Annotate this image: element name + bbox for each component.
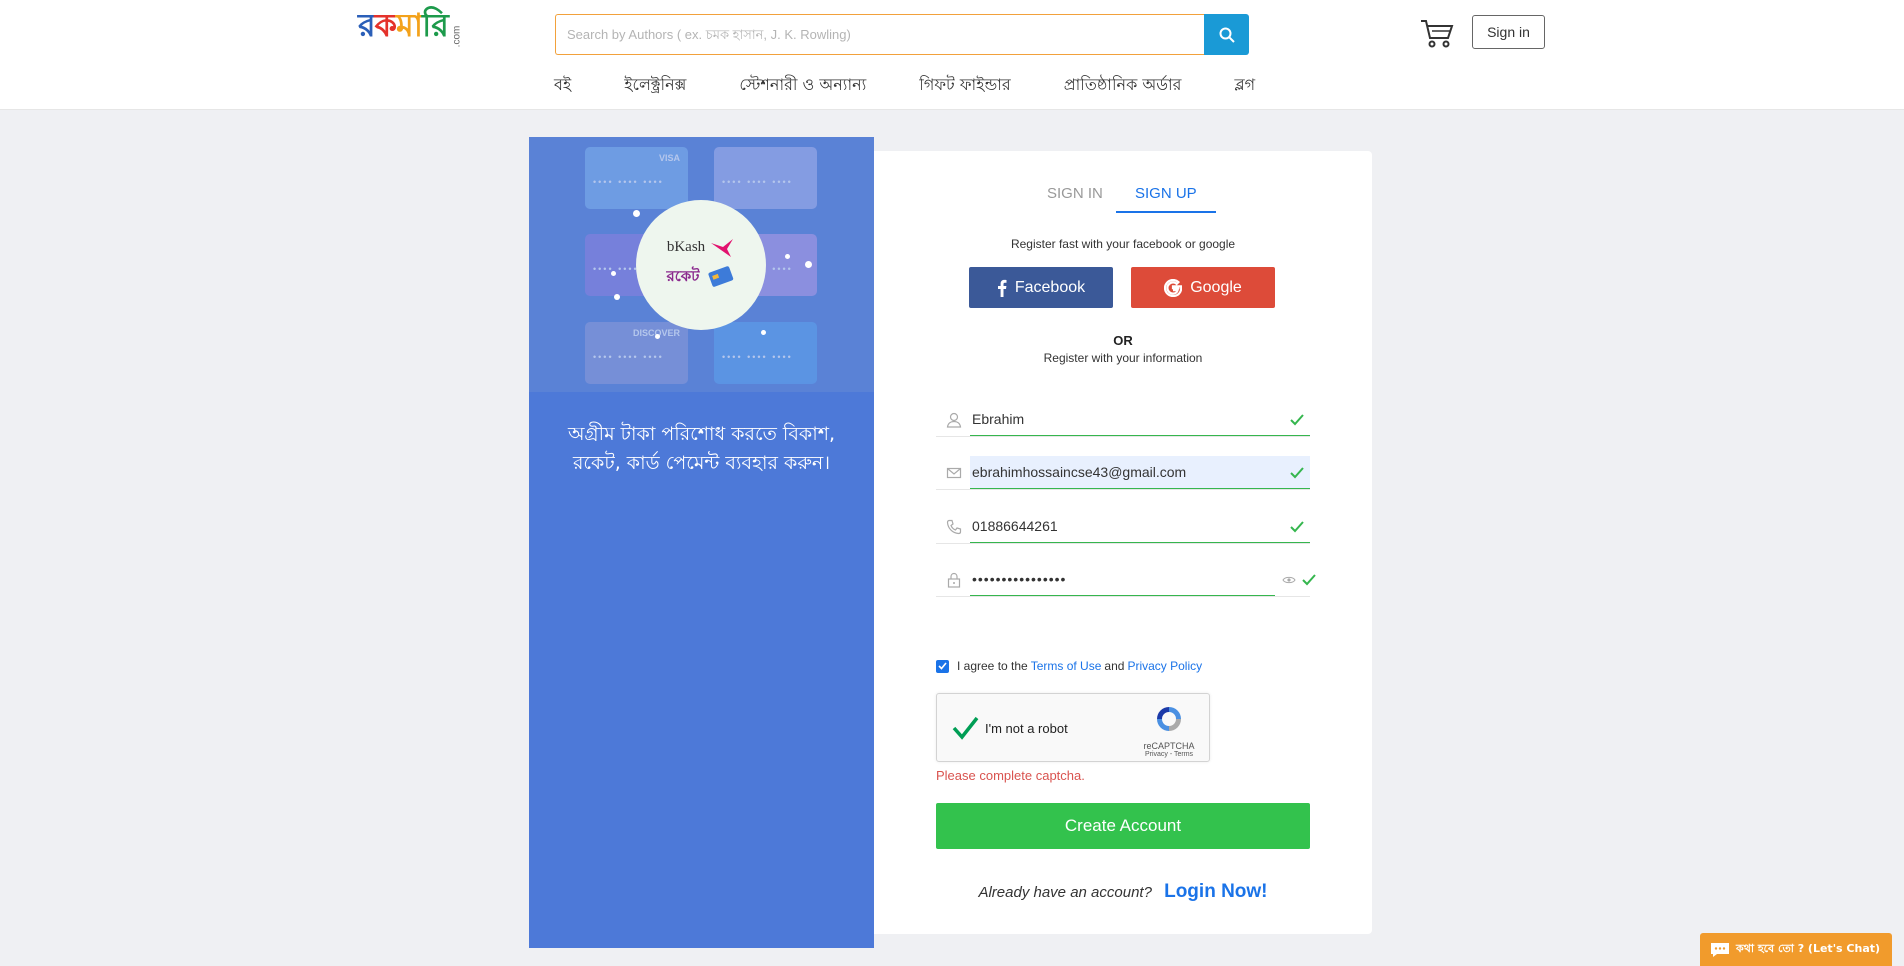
valid-check-icon xyxy=(1290,414,1304,426)
recaptcha-label: I'm not a robot xyxy=(985,721,1068,736)
main-nav: বই ইলেক্ট্রনিক্স স্টেশনারী ও অন্যান্য গি… xyxy=(554,72,1308,96)
logo-suffix: .com xyxy=(451,25,463,48)
google-label: Google xyxy=(1190,278,1242,296)
search-button[interactable] xyxy=(1204,14,1249,55)
mail-icon xyxy=(946,467,962,479)
captcha-error-text: Please complete captcha. xyxy=(936,768,1085,783)
nav-item-institutional-order[interactable]: প্রাতিষ্ঠানিক অর্ডার xyxy=(1064,72,1182,96)
search-input[interactable] xyxy=(555,14,1204,55)
auth-tabs: SIGN IN SIGN UP xyxy=(1034,185,1216,213)
email-field xyxy=(936,456,1310,490)
create-account-button[interactable]: Create Account xyxy=(936,803,1310,849)
social-buttons: Facebook Google xyxy=(969,267,1275,308)
cart-icon xyxy=(1421,20,1454,48)
rokomari-logo[interactable]: রকমারি .com xyxy=(358,6,468,54)
facebook-icon xyxy=(997,279,1007,297)
chat-icon xyxy=(1711,942,1729,957)
facebook-label: Facebook xyxy=(1014,278,1086,296)
rocket-and-card-row: রকেট xyxy=(667,265,736,290)
payment-illustration: VISA •••• •••• •••• •••• •••• •••• •••• •… xyxy=(529,137,874,392)
cart-button[interactable] xyxy=(1420,18,1456,50)
payment-card: •••• •••• •••• xyxy=(714,147,817,209)
recaptcha-check-icon[interactable] xyxy=(951,714,979,742)
search-icon xyxy=(1219,27,1235,43)
nav-item-electronics[interactable]: ইলেক্ট্রনিক্স xyxy=(624,72,686,96)
user-icon xyxy=(946,412,962,428)
login-now-link[interactable]: Login Now! xyxy=(1164,881,1267,902)
payment-promo-panel: VISA •••• •••• •••• •••• •••• •••• •••• •… xyxy=(529,137,874,948)
nav-item-blog[interactable]: ব্লগ xyxy=(1234,72,1255,96)
login-prompt: Already have an account? Login Now! xyxy=(874,881,1372,903)
nav-item-books[interactable]: বই xyxy=(554,72,571,96)
phone-icon xyxy=(946,519,962,535)
nav-item-gift-finder[interactable]: গিফট ফাইন্ডার xyxy=(919,72,1010,96)
terms-agreement: I agree to the Terms of Use and Privacy … xyxy=(936,659,1205,673)
password-field xyxy=(936,563,1316,597)
payment-card: VISA •••• •••• •••• xyxy=(585,147,688,209)
recaptcha-brand: reCAPTCHA xyxy=(1143,741,1195,751)
password-input[interactable] xyxy=(970,563,1275,596)
sparkle-dot xyxy=(633,210,640,217)
sparkle-dot xyxy=(761,330,766,335)
tab-sign-in[interactable]: SIGN IN xyxy=(1034,185,1116,213)
google-button[interactable]: Google xyxy=(1131,267,1275,308)
name-field xyxy=(936,403,1310,437)
search-bar xyxy=(555,14,1249,55)
google-icon xyxy=(1164,278,1183,297)
recaptcha-icon xyxy=(1157,707,1181,731)
recaptcha-widget: I'm not a robot reCAPTCHA Privacy - Term… xyxy=(936,693,1210,762)
register-info-text: Register with your information xyxy=(1043,351,1203,365)
already-account-text: Already have an account? xyxy=(978,884,1152,901)
payment-promo-text: অগ্রীম টাকা পরিশোধ করতে বিকাশ, রকেট, কার… xyxy=(567,423,836,474)
card-icon xyxy=(708,266,734,287)
payment-methods-badge: bKash রকেট xyxy=(636,200,766,330)
name-input[interactable] xyxy=(970,403,1310,436)
social-register-hint: Register fast with your facebook or goog… xyxy=(1010,237,1236,251)
agree-and: and xyxy=(1104,659,1125,673)
agree-checkbox[interactable] xyxy=(936,659,949,673)
header: রকমারি .com Sign in বই ইলেক্ট্রনিক্স স্ট… xyxy=(0,0,1904,110)
chat-button[interactable]: কথা হবে তো ? (Let's Chat) xyxy=(1700,933,1892,966)
or-divider: OR xyxy=(1113,333,1133,348)
valid-check-icon xyxy=(1302,574,1316,586)
lock-icon xyxy=(947,572,961,588)
sparkle-dot xyxy=(611,271,616,276)
email-input[interactable] xyxy=(970,456,1310,489)
chat-label: কথা হবে তো ? (Let's Chat) xyxy=(1736,942,1881,955)
bkash-logo: bKash xyxy=(667,237,735,259)
nav-item-stationery[interactable]: স্টেশনারী ও অন্যান্য xyxy=(739,72,866,96)
sparkle-dot xyxy=(805,261,812,268)
terms-of-use-link[interactable]: Terms of Use xyxy=(1031,659,1102,673)
sparkle-dot xyxy=(785,254,790,259)
recaptcha-logo: reCAPTCHA Privacy - Terms xyxy=(1139,704,1199,758)
show-password-eye-icon[interactable] xyxy=(1282,575,1296,585)
header-signin-button[interactable]: Sign in xyxy=(1472,15,1545,49)
rocket-logo: রকেট xyxy=(666,266,700,285)
recaptcha-links[interactable]: Privacy - Terms xyxy=(1139,751,1199,758)
logo-text: রকমারি xyxy=(358,6,449,44)
tab-sign-up[interactable]: SIGN UP xyxy=(1115,185,1216,213)
phone-field xyxy=(936,510,1310,544)
phone-input[interactable] xyxy=(970,510,1310,543)
valid-check-icon xyxy=(1290,521,1304,533)
sparkle-dot xyxy=(614,294,620,300)
facebook-button[interactable]: Facebook xyxy=(969,267,1113,308)
sparkle-dot xyxy=(655,334,660,339)
bkash-bird-icon xyxy=(711,238,734,257)
auth-panel: SIGN IN SIGN UP Register fast with your … xyxy=(874,151,1372,934)
payment-card: DISCOVER •••• •••• •••• xyxy=(585,322,688,384)
checkbox-check-icon xyxy=(938,662,947,670)
agree-prefix: I agree to the xyxy=(957,659,1028,673)
valid-check-icon xyxy=(1290,467,1304,479)
privacy-policy-link[interactable]: Privacy Policy xyxy=(1127,659,1202,673)
